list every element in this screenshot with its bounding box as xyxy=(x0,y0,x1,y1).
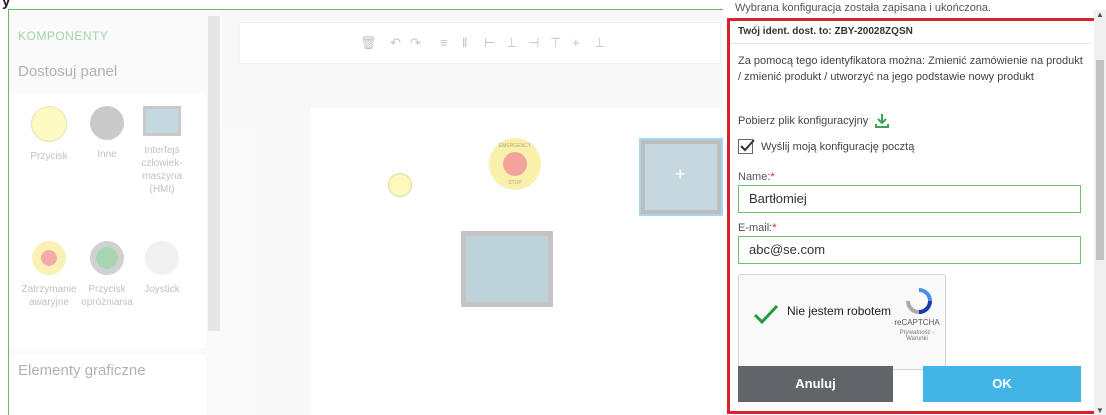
gray-button-icon xyxy=(90,106,124,140)
graphic-elements-title[interactable]: Elementy graficzne xyxy=(18,362,146,379)
component-joystick[interactable]: Joystick xyxy=(133,241,191,296)
component-emergency-stop[interactable]: Zatrzymanie awaryjne xyxy=(17,241,81,309)
green-button-icon xyxy=(90,241,124,275)
recaptcha-label: Nie jestem robotem xyxy=(787,304,892,318)
align-center-icon[interactable]: ⊥ xyxy=(506,35,517,51)
identifier-description: Za pomocą tego identyfikatora można: Zmi… xyxy=(738,55,1083,83)
email-label: E-mail:* xyxy=(738,222,777,234)
trash-icon[interactable]: 🗑 xyxy=(360,35,377,51)
download-config-link[interactable]: Pobierz plik konfiguracyjny xyxy=(738,113,890,129)
recaptcha-checkmark-icon[interactable] xyxy=(753,303,779,325)
component-label: Interfejs człowiek-maszyna (HMI) xyxy=(141,145,183,195)
checkmark-icon xyxy=(740,139,755,152)
emergency-stop-icon xyxy=(32,241,66,275)
component-hmi[interactable]: Interfejs człowiek-maszyna (HMI) xyxy=(133,106,191,196)
components-panel: KOMPONENTY Dostosuj panel Przycisk Inne … xyxy=(9,10,222,415)
yellow-button-icon xyxy=(31,106,67,142)
name-label: Name:* xyxy=(738,171,775,183)
component-inne[interactable]: Inne xyxy=(75,106,139,161)
recaptcha-logo-icon xyxy=(906,288,932,314)
component-label: Przycisk xyxy=(30,151,68,162)
emergency-bottom-label: STOP xyxy=(508,180,522,186)
scroll-up-icon[interactable]: ▲ xyxy=(1096,10,1104,19)
ok-button[interactable]: OK xyxy=(923,366,1081,402)
name-field[interactable]: Bartłomiej xyxy=(738,185,1081,213)
components-scrollbar[interactable] xyxy=(208,16,220,331)
placed-hmi-selected[interactable]: + xyxy=(639,138,723,216)
components-card: Przycisk Inne Interfejs człowiek-maszyna… xyxy=(9,93,206,348)
download-label: Pobierz plik konfiguracyjny xyxy=(738,115,869,127)
component-przycisk[interactable]: Przycisk xyxy=(17,106,81,163)
undo-icon[interactable]: ↶ xyxy=(390,35,401,51)
placed-yellow-button[interactable] xyxy=(388,173,412,197)
plus-icon: + xyxy=(675,164,686,184)
align-right-icon[interactable]: ⊣ xyxy=(528,35,539,51)
configuration-dialog: Twój ident. dost. to: ZBY-20028ZQSN Za p… xyxy=(727,18,1100,414)
placed-hmi[interactable] xyxy=(461,231,553,307)
distribute-v-icon[interactable]: ⊥ xyxy=(594,35,605,51)
customize-panel-title: Dostosuj panel xyxy=(18,63,118,80)
recaptcha-brand: reCAPTCHA xyxy=(894,318,940,327)
email-field[interactable]: abc@se.com xyxy=(738,236,1081,264)
email-config-label: Wyślij moją konfigurację pocztą xyxy=(761,140,915,153)
recaptcha-links[interactable]: Prywatność - Warunki xyxy=(889,330,945,342)
cancel-button[interactable]: Anuluj xyxy=(738,366,893,402)
align-top-icon[interactable]: ≡ xyxy=(440,35,448,50)
scroll-down-icon[interactable]: ▼ xyxy=(1096,406,1104,415)
component-label: Inne xyxy=(97,149,117,160)
components-section-label: KOMPONENTY xyxy=(18,29,109,43)
align-middle-icon[interactable]: ‖ xyxy=(462,35,467,50)
hmi-icon xyxy=(143,106,181,136)
identifier-text: Twój ident. dost. to: ZBY-20028ZQSN xyxy=(738,26,913,37)
distribute-icon[interactable]: + xyxy=(572,35,580,50)
canvas-toolbar: 🗑 ↶ ↷ ≡ ‖ ⊢ ⊥ ⊣ ⊤ + ⊥ xyxy=(239,22,721,64)
download-icon[interactable] xyxy=(874,113,890,129)
component-label: Przycisk opróżniania xyxy=(81,284,133,308)
saved-message: Wybrana konfiguracja została zapisana i … xyxy=(735,2,992,14)
page-scrollbar[interactable]: ▲ ▼ xyxy=(1094,10,1106,415)
scroll-thumb[interactable] xyxy=(1096,60,1104,260)
joystick-icon xyxy=(145,241,179,275)
recaptcha-widget: Nie jestem robotem reCAPTCHA Prywatność … xyxy=(738,274,946,370)
align-left-icon[interactable]: ⊢ xyxy=(484,35,495,51)
placed-emergency-stop[interactable]: EMERGENCY STOP xyxy=(489,138,541,190)
component-label: Joystick xyxy=(144,284,180,295)
email-config-option[interactable]: Wyślij moją konfigurację pocztą xyxy=(738,139,914,154)
align-bottom-icon[interactable]: ⊤ xyxy=(550,35,561,51)
design-canvas[interactable]: 🗑 ↶ ↷ ≡ ‖ ⊢ ⊥ ⊣ ⊤ + ⊥ EMERGENCY STOP + xyxy=(222,10,723,415)
emergency-top-label: EMERGENCY xyxy=(498,143,532,149)
component-flush-button[interactable]: Przycisk opróżniania xyxy=(75,241,139,309)
canvas-stage[interactable]: EMERGENCY STOP + xyxy=(311,108,723,415)
divider xyxy=(730,43,1091,44)
redo-icon[interactable]: ↷ xyxy=(410,35,421,51)
email-config-checkbox[interactable] xyxy=(738,139,755,154)
component-label: Zatrzymanie awaryjne xyxy=(21,284,77,308)
